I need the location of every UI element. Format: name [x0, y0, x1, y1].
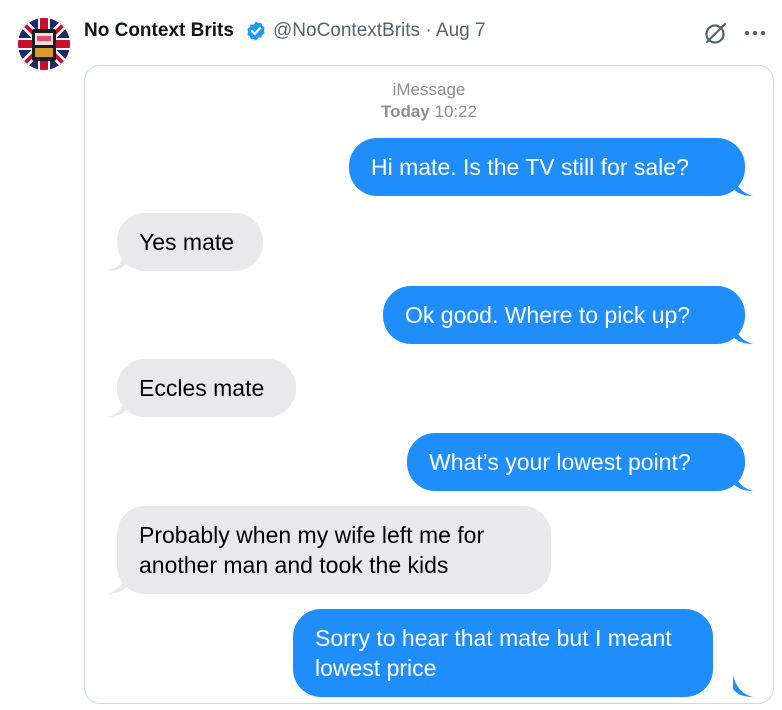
received-bubble-tail: [107, 572, 127, 594]
message-text-line: Sorry to hear that mate but I meant: [315, 625, 672, 651]
message-text: Eccles mate: [139, 375, 265, 401]
message-text: Yes mate: [139, 229, 235, 255]
tweet-media-screenshot[interactable]: iMessage Today 10:22 Hi mate. Is the TV …: [84, 65, 774, 704]
display-name[interactable]: No Context Brits: [84, 19, 234, 43]
handle-and-date[interactable]: @NoContextBrits · Aug 7: [273, 19, 486, 43]
sent-message-bubble: Sorry to hear that mate but I meant lowe…: [293, 609, 713, 697]
received-message-bubble: Eccles mate: [117, 359, 296, 417]
grok-icon[interactable]: [703, 20, 729, 46]
sent-bubble-tail: [733, 174, 753, 196]
received-message-bubble: Probably when my wife left me for anothe…: [117, 506, 551, 594]
message-text: Ok good. Where to pick up?: [405, 302, 691, 328]
verified-badge-icon: [247, 21, 265, 41]
message-text: What’s your lowest point?: [429, 449, 691, 475]
sent-bubble-tail: [733, 675, 753, 697]
tweet-header: No Context Brits @NoContextBrits · Aug 7: [0, 0, 782, 70]
sent-message-bubble: What’s your lowest point?: [407, 433, 745, 491]
message-text-line: Probably when my wife left me for: [139, 522, 485, 548]
sent-message-bubble: Hi mate. Is the TV still for sale?: [349, 138, 745, 196]
received-message-bubble: Yes mate: [117, 213, 263, 271]
timestamp: Today 10:22: [85, 102, 773, 122]
timestamp-time: 10:22: [434, 102, 478, 121]
message-text-line: lowest price: [315, 655, 437, 681]
sent-message-bubble: Ok good. Where to pick up?: [383, 286, 745, 344]
sent-bubble-tail: [733, 322, 753, 344]
message-text-line: another man and took the kids: [139, 552, 449, 578]
more-icon[interactable]: [740, 23, 770, 43]
received-bubble-tail: [107, 249, 127, 271]
received-bubble-tail: [107, 395, 127, 417]
sent-bubble-tail: [733, 469, 753, 491]
timestamp-day: Today: [380, 102, 430, 121]
service-label: iMessage: [392, 80, 466, 99]
avatar[interactable]: [18, 18, 70, 70]
message-text: Hi mate. Is the TV still for sale?: [371, 154, 689, 180]
